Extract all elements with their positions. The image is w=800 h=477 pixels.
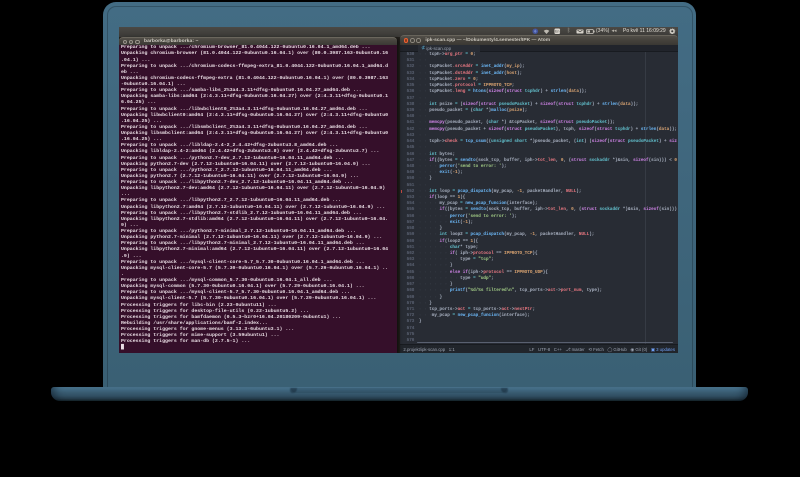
svg-text:En: En <box>555 30 559 34</box>
